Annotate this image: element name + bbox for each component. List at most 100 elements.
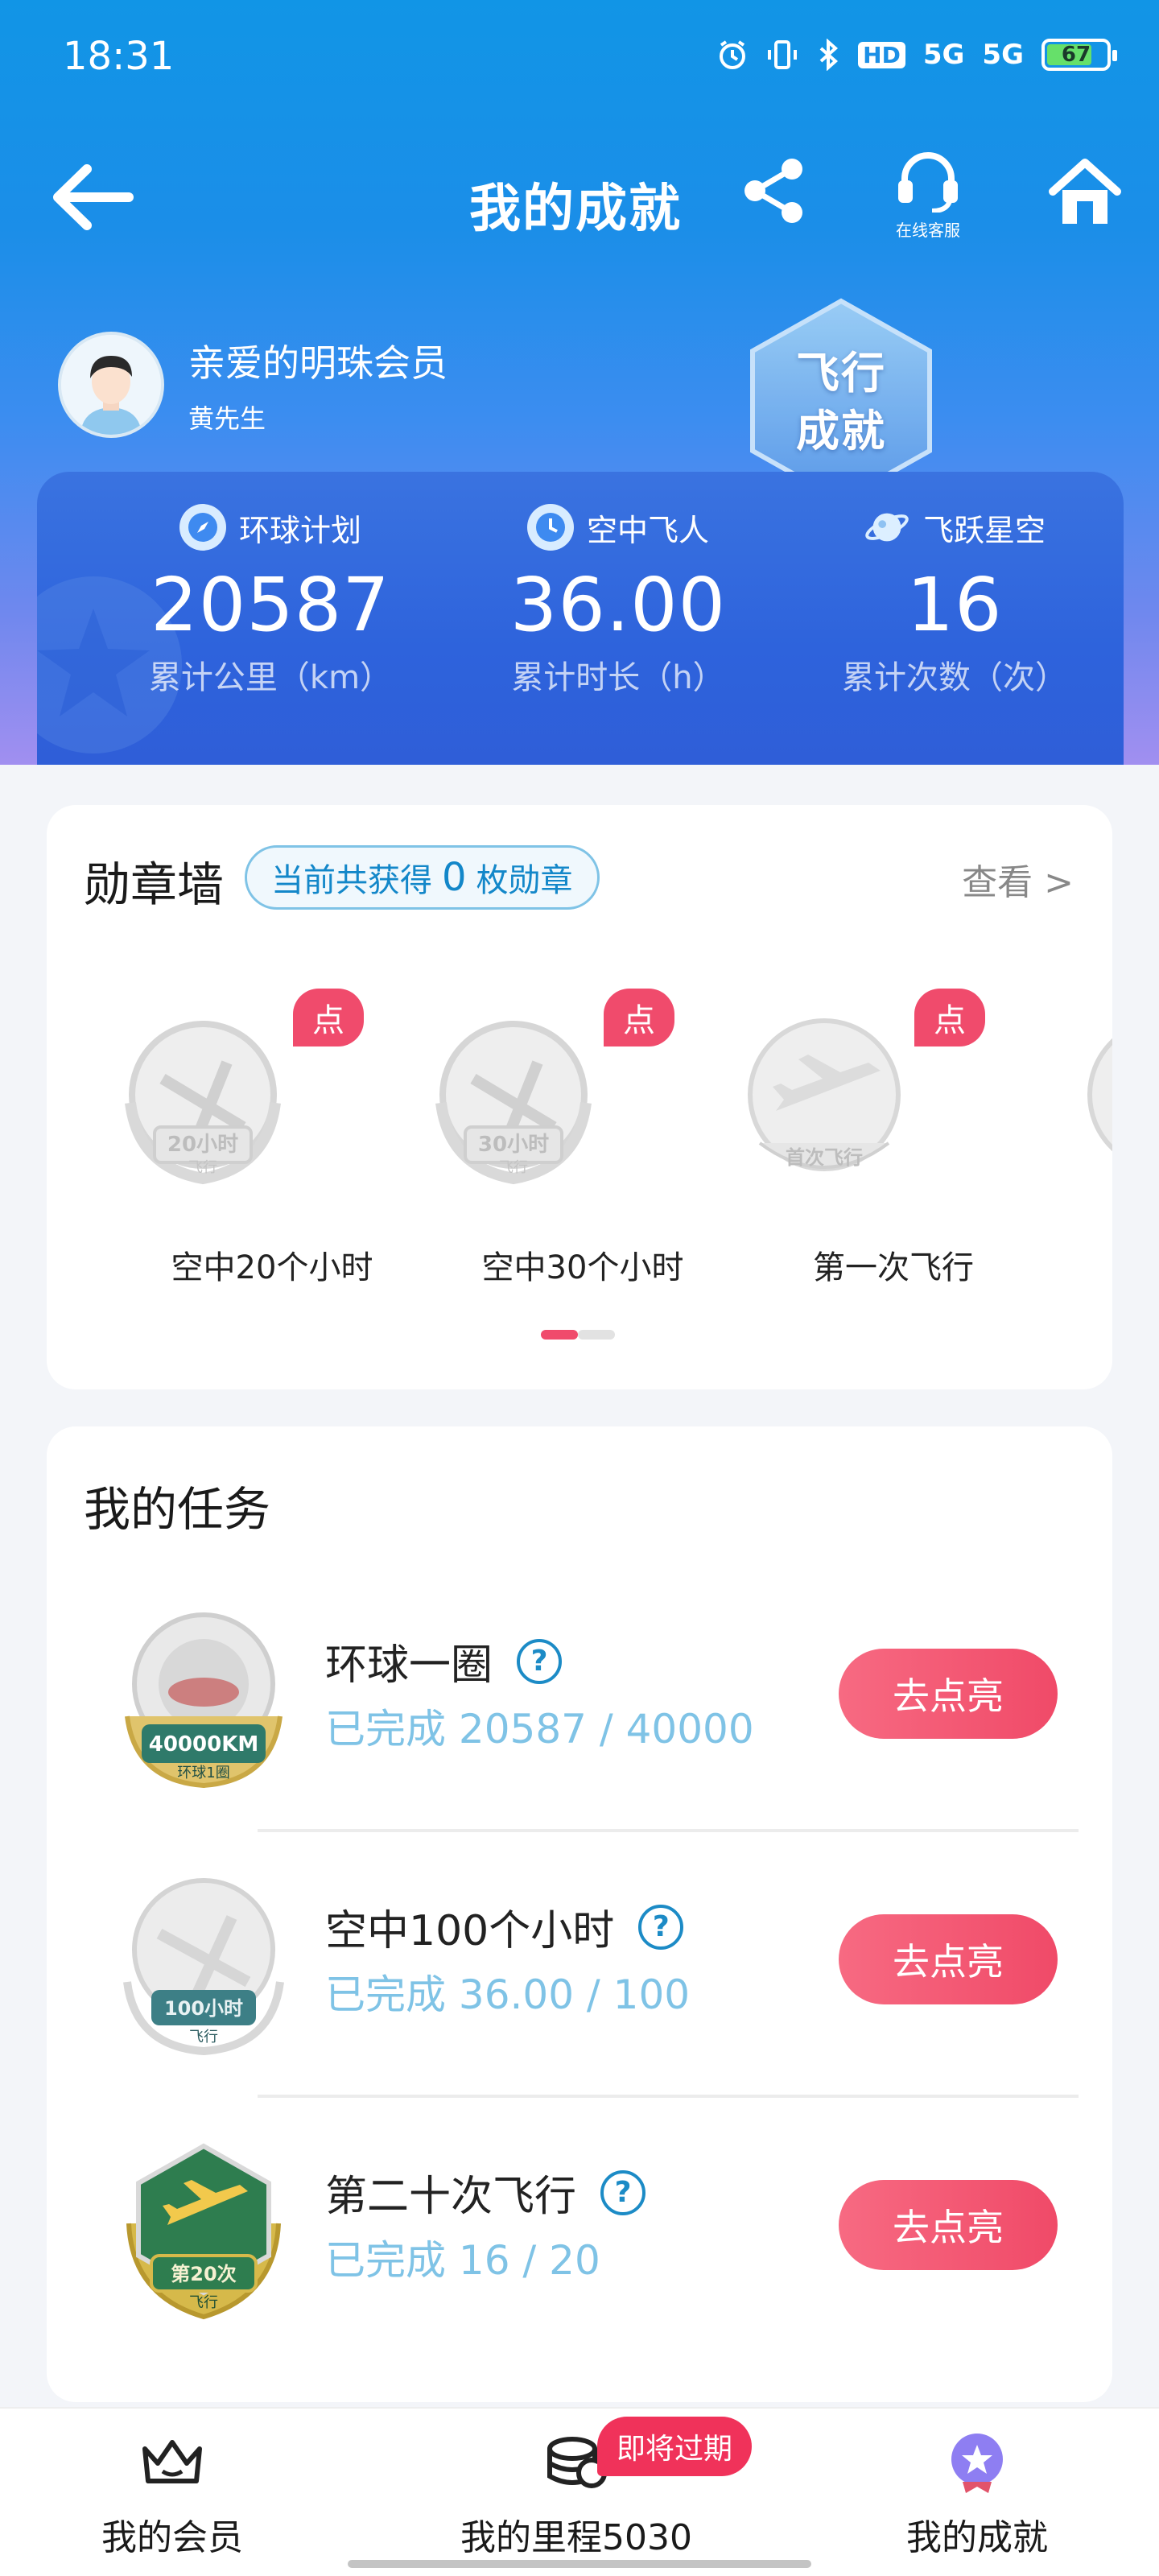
medal-20-hours-icon: 20小时 飞行 <box>125 1021 281 1185</box>
pill-suffix: 枚勋章 <box>476 862 573 899</box>
nav-my-achievements[interactable]: 我的成就 <box>906 2428 1048 2565</box>
home-icon[interactable] <box>1046 155 1124 232</box>
task-name: 第二十次飞行 ? <box>325 2162 646 2223</box>
divider <box>258 2095 1079 2098</box>
medal-text: 30小时 <box>478 1133 549 1157</box>
indicator-active <box>541 1330 578 1340</box>
nav-label: 我的里程5030 <box>460 2517 692 2558</box>
member-name: 黄先生 <box>188 403 266 434</box>
light-up-button[interactable]: 去点亮 <box>839 2180 1058 2270</box>
stat-value: 20587 <box>151 562 390 648</box>
stat-starry-sky[interactable]: 飞跃星空 16 累计次数（次） <box>786 504 1124 698</box>
signal-5g-icon: 5G <box>922 39 965 71</box>
crown-icon <box>138 2428 207 2497</box>
online-service-label: 在线客服 <box>896 221 960 240</box>
medal-sub: 环球1圈 <box>177 1765 229 1781</box>
medal-tag: 可点亮 <box>914 956 985 1086</box>
clock-icon <box>526 504 574 551</box>
20th-flight-medal-icon: 第20次 飞行 <box>126 2143 281 2320</box>
avatar[interactable] <box>58 332 164 438</box>
task-row: 40000KM 环球1圈 环球一圈 ? 已完成 20587 / 40000 去点… <box>47 1584 1112 1850</box>
task-row: 第20次 飞行 第二十次飞行 ? 已完成 16 / 20 去点亮 <box>47 2116 1112 2381</box>
medal-item[interactable]: 20小时 飞行 可点亮 空中20个小时 <box>58 956 373 1286</box>
stat-air-flyer[interactable]: 空中飞人 36.00 累计时长（h） <box>449 504 787 698</box>
stat-value: 36.00 <box>509 562 727 648</box>
task-name: 空中100个小时 ? <box>325 1897 684 1957</box>
medal-carousel[interactable]: 20小时 飞行 可点亮 空中20个小时 30小时 飞行 可点亮 空中30个小时 <box>47 956 1112 1286</box>
globe-40000km-medal-icon: 40000KM 环球1圈 <box>125 1612 283 1789</box>
home-indicator[interactable] <box>348 2560 811 2568</box>
medal-wall-title: 勋章墙 <box>84 857 225 912</box>
member-greeting: 亲爱的明珠会员 <box>188 341 448 385</box>
help-icon[interactable]: ? <box>517 1638 563 1684</box>
pill-prefix: 当前共获得 <box>271 862 432 899</box>
stats-card: 环球计划 20587 累计公里（km） 空中飞人 36.00 累计时长（h） 飞… <box>37 472 1124 765</box>
medal-count-pill: 当前共获得 0 枚勋章 <box>245 845 600 910</box>
stat-title: 空中飞人 <box>586 512 709 548</box>
medal-sub: 飞行 <box>188 1159 217 1176</box>
medal-item[interactable]: 首次飞行 可点亮 第一次飞行 <box>679 956 985 1286</box>
status-bar: 18:31 HD 5G 5G 67 <box>0 0 1159 121</box>
light-up-button[interactable]: 去点亮 <box>839 1914 1058 2004</box>
avatar-person-icon <box>61 335 161 435</box>
task-name: 环球一圈 ? <box>325 1631 563 1691</box>
compass-icon <box>179 504 226 551</box>
expiring-badge: 即将过期 <box>597 2417 753 2476</box>
nav-label: 我的成就 <box>906 2517 1048 2558</box>
medal-label: 第一次飞行 <box>813 1249 974 1286</box>
bluetooth-icon <box>819 39 839 71</box>
medal-text: 首次飞行 <box>786 1146 863 1169</box>
medal-partial-icon <box>1087 1038 1112 1152</box>
medal-wall-card: 勋章墙 当前共获得 0 枚勋章 查看 > 20小时 飞行 可点亮 空中20个小时 <box>47 805 1112 1389</box>
stat-global-plan[interactable]: 环球计划 20587 累计公里（km） <box>101 504 439 698</box>
online-service-button[interactable]: 在线客服 <box>884 148 972 253</box>
signal-5g-icon-2: 5G <box>982 39 1024 71</box>
medal-text: 40000KM <box>149 1732 258 1757</box>
nav-my-membership[interactable]: 我的会员 <box>101 2428 243 2565</box>
badge-line1: 飞行 <box>796 348 886 398</box>
medal-sub: 飞行 <box>499 1159 528 1176</box>
share-icon[interactable] <box>740 155 810 227</box>
medal-tag: 可点亮 <box>293 956 364 1086</box>
battery-icon: 67 <box>1041 39 1117 71</box>
alarm-icon <box>720 40 746 69</box>
medal-30-hours-icon: 30小时 飞行 <box>435 1021 592 1185</box>
task-progress: 已完成 20587 / 40000 <box>325 1706 754 1752</box>
pill-count: 0 <box>442 855 467 900</box>
indicator-inactive <box>578 1330 615 1340</box>
help-icon[interactable]: ? <box>600 2169 646 2215</box>
medal-item[interactable]: 30小时 飞行 可点亮 空中30个小时 <box>369 956 683 1286</box>
task-progress: 已完成 16 / 20 <box>325 2237 600 2284</box>
task-name-text: 空中100个小时 <box>325 1907 615 1955</box>
medal-item[interactable]: 第三 <box>996 990 1112 1280</box>
tasks-title: 我的任务 <box>84 1482 271 1537</box>
carousel-indicator <box>541 1330 615 1340</box>
medal-label: 第三 <box>1054 1241 1112 1288</box>
stat-unit: 累计次数（次） <box>842 659 1067 696</box>
stat-value: 16 <box>906 562 1003 648</box>
vibrate-icon <box>768 40 798 69</box>
achievement-star-icon <box>942 2428 1012 2497</box>
stat-head: 环球计划 <box>101 504 439 551</box>
medal-text: 20小时 <box>167 1133 238 1157</box>
medal-sub: 飞行 <box>189 2294 218 2311</box>
help-icon[interactable]: ? <box>638 1904 684 1950</box>
medal-first-flight-icon: 首次飞行 <box>748 1018 901 1171</box>
stat-head: 空中飞人 <box>449 504 787 551</box>
top-nav: 我的成就 在线客服 <box>0 137 1159 250</box>
medal-label: 空中20个小时 <box>171 1249 373 1286</box>
stat-title: 环球计划 <box>238 512 361 548</box>
medal-label: 空中30个小时 <box>481 1249 684 1286</box>
light-up-button[interactable]: 去点亮 <box>839 1649 1058 1739</box>
nav-label: 我的会员 <box>101 2517 243 2558</box>
stat-head: 飞跃星空 <box>786 504 1124 551</box>
view-medals-link[interactable]: 查看 > <box>962 853 1074 905</box>
flight-achievement-text: 飞行 成就 <box>744 345 938 460</box>
task-row: 100小时 飞行 空中100个小时 ? 已完成 36.00 / 100 去点亮 <box>47 1850 1112 2116</box>
badge-line2: 成就 <box>796 406 886 456</box>
status-icons: HD 5G 5G 67 <box>716 39 1117 71</box>
status-time: 18:31 <box>63 34 175 79</box>
task-name-text: 环球一圈 <box>325 1641 493 1690</box>
member-info: 亲爱的明珠会员 黄先生 <box>58 328 448 441</box>
divider <box>258 1829 1079 1832</box>
